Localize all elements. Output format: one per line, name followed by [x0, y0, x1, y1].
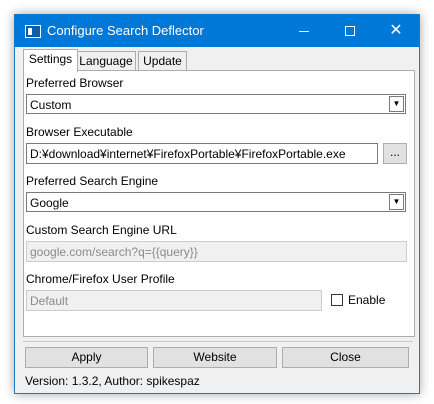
browser-executable-label: Browser Executable	[26, 125, 133, 139]
preferred-browser-label: Preferred Browser	[26, 76, 124, 90]
maximize-button[interactable]	[327, 15, 373, 47]
minimize-button[interactable]	[281, 15, 327, 47]
profile-input: Default	[26, 290, 322, 311]
profile-value: Default	[30, 294, 69, 308]
enable-label: Enable	[348, 293, 386, 307]
custom-url-value: google.com/search?q={{query}}	[30, 245, 198, 259]
preferred-engine-label: Preferred Search Engine	[26, 174, 159, 188]
tab-update[interactable]: Update	[138, 51, 187, 72]
app-window-icon	[25, 25, 41, 38]
chevron-down-icon[interactable]: ▼	[389, 96, 404, 112]
title-bar[interactable]: Configure Search Deflector ✕	[15, 15, 419, 47]
browse-button[interactable]: ...	[383, 143, 407, 164]
preferred-engine-value: Google	[30, 196, 69, 210]
custom-url-label: Custom Search Engine URL	[26, 223, 177, 237]
browser-executable-value: D:¥download¥internet¥FirefoxPortable¥Fir…	[30, 147, 346, 161]
version-info: Version: 1.3.2, Author: spikespaz	[25, 374, 200, 388]
close-button[interactable]: Close	[282, 347, 409, 368]
preferred-browser-select[interactable]: Custom ▼	[26, 94, 406, 114]
window-title: Configure Search Deflector	[47, 23, 204, 38]
custom-url-input: google.com/search?q={{query}}	[26, 241, 407, 262]
minimize-icon	[299, 31, 309, 32]
profile-label: Chrome/Firefox User Profile	[26, 272, 175, 286]
chevron-down-icon[interactable]: ▼	[389, 194, 404, 210]
apply-button[interactable]: Apply	[25, 347, 148, 368]
configure-window: Configure Search Deflector ✕ Settings La…	[14, 14, 420, 394]
website-button[interactable]: Website	[153, 347, 277, 368]
tab-settings[interactable]: Settings	[23, 49, 78, 72]
tab-language[interactable]: Language	[76, 51, 136, 72]
divider	[23, 341, 413, 342]
browser-executable-input[interactable]: D:¥download¥internet¥FirefoxPortable¥Fir…	[26, 143, 378, 164]
maximize-icon	[345, 26, 355, 36]
preferred-browser-value: Custom	[30, 98, 72, 112]
preferred-engine-select[interactable]: Google ▼	[26, 192, 406, 212]
enable-checkbox[interactable]	[331, 294, 343, 306]
close-icon: ✕	[389, 22, 403, 39]
close-window-button[interactable]: ✕	[373, 15, 419, 47]
